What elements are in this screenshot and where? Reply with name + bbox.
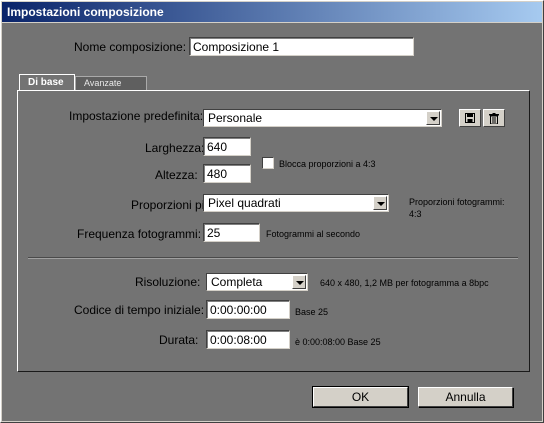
width-label: Larghezza: xyxy=(145,141,205,155)
frame-rate-label: Frequenza fotogrammi: xyxy=(77,227,202,241)
height-label: Altezza: xyxy=(155,168,198,182)
start-timecode-label: Codice di tempo iniziale: xyxy=(74,303,205,317)
window-title: Impostazioni composizione xyxy=(2,2,542,22)
resolution-info: 640 x 480, 1,2 MB per fotogramma a 8bpc xyxy=(320,278,489,288)
preset-value: Personale xyxy=(208,111,263,125)
ok-button[interactable]: OK xyxy=(312,386,409,408)
preset-label: Impostazione predefinita: xyxy=(69,109,204,123)
start-timecode-base: Base 25 xyxy=(295,307,329,317)
start-timecode-input[interactable]: 0:00:00:00 xyxy=(206,300,290,319)
trash-icon xyxy=(489,113,499,124)
delete-preset-button[interactable] xyxy=(483,109,505,127)
resolution-dropdown[interactable]: Completa xyxy=(206,273,308,291)
save-icon xyxy=(465,113,475,123)
pixel-aspect-value: Pixel quadrati xyxy=(208,196,281,210)
cancel-button[interactable]: Annulla xyxy=(418,387,513,407)
save-preset-button[interactable] xyxy=(459,109,481,127)
tab-basic[interactable]: Di base xyxy=(19,74,75,91)
resolution-label: Risoluzione: xyxy=(135,275,201,289)
frame-aspect-value: 4:3 xyxy=(409,209,422,219)
tab-advanced[interactable]: Avanzate xyxy=(75,76,147,91)
width-input[interactable]: 640 xyxy=(203,137,251,156)
composition-name-label: Nome composizione: xyxy=(74,40,187,54)
chevron-down-icon xyxy=(373,196,387,210)
lock-aspect-label: Blocca proporzioni a 4:3 xyxy=(279,159,376,169)
divider xyxy=(28,257,518,259)
pixel-aspect-dropdown[interactable]: Pixel quadrati xyxy=(203,194,389,212)
composition-settings-dialog: Impostazioni composizione Nome composizi… xyxy=(0,0,544,423)
resolution-value: Completa xyxy=(211,275,263,289)
duration-input[interactable]: 0:00:08:00 xyxy=(206,330,290,349)
duration-label: Durata: xyxy=(159,333,199,347)
chevron-down-icon xyxy=(426,111,440,125)
duration-info: è 0:00:08:00 Base 25 xyxy=(295,337,381,347)
tab-panel-basic: Impostazione predefinita: Personale Larg… xyxy=(17,90,530,372)
dialog-body: Nome composizione: Composizione 1 Di bas… xyxy=(2,23,542,421)
lock-aspect-checkbox[interactable] xyxy=(262,157,274,169)
chevron-down-icon xyxy=(292,275,306,289)
preset-dropdown[interactable]: Personale xyxy=(203,109,442,127)
height-input[interactable]: 480 xyxy=(203,164,251,183)
frame-rate-input[interactable]: 25 xyxy=(203,223,260,242)
frame-aspect-label: Proporzioni fotogrammi: xyxy=(409,197,505,207)
composition-name-input[interactable]: Composizione 1 xyxy=(189,37,414,56)
frame-rate-unit: Fotogrammi al secondo xyxy=(266,229,361,239)
